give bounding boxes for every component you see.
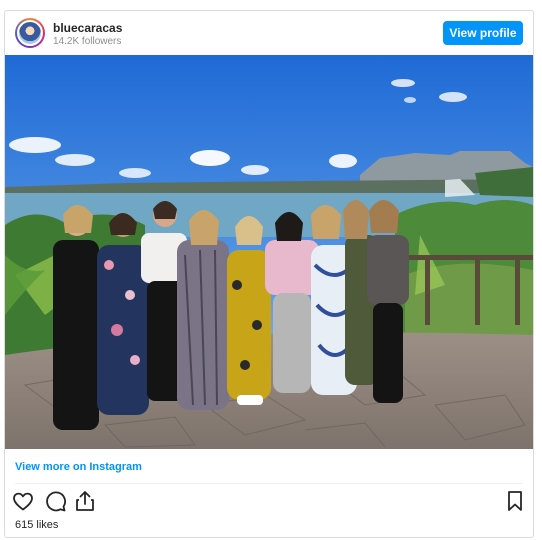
comment-icon[interactable] bbox=[43, 489, 67, 513]
divider bbox=[15, 483, 523, 484]
group-photo-image bbox=[5, 55, 533, 449]
like-count: 615 likes bbox=[15, 519, 59, 531]
post-photo[interactable] bbox=[5, 55, 533, 449]
view-profile-button[interactable]: View profile bbox=[443, 21, 523, 45]
share-icon[interactable] bbox=[73, 489, 97, 513]
heart-icon[interactable] bbox=[11, 489, 35, 513]
instagram-embed-card: bluecaracas 14.2K followers View profile bbox=[4, 10, 534, 538]
follower-count: 14.2K followers bbox=[53, 36, 122, 47]
username[interactable]: bluecaracas bbox=[53, 21, 122, 35]
post-actions bbox=[11, 489, 527, 515]
post-header: bluecaracas 14.2K followers View profile bbox=[5, 11, 533, 55]
avatar[interactable] bbox=[15, 18, 45, 48]
bookmark-icon[interactable] bbox=[503, 489, 527, 513]
view-more-link[interactable]: View more on Instagram bbox=[15, 461, 142, 473]
